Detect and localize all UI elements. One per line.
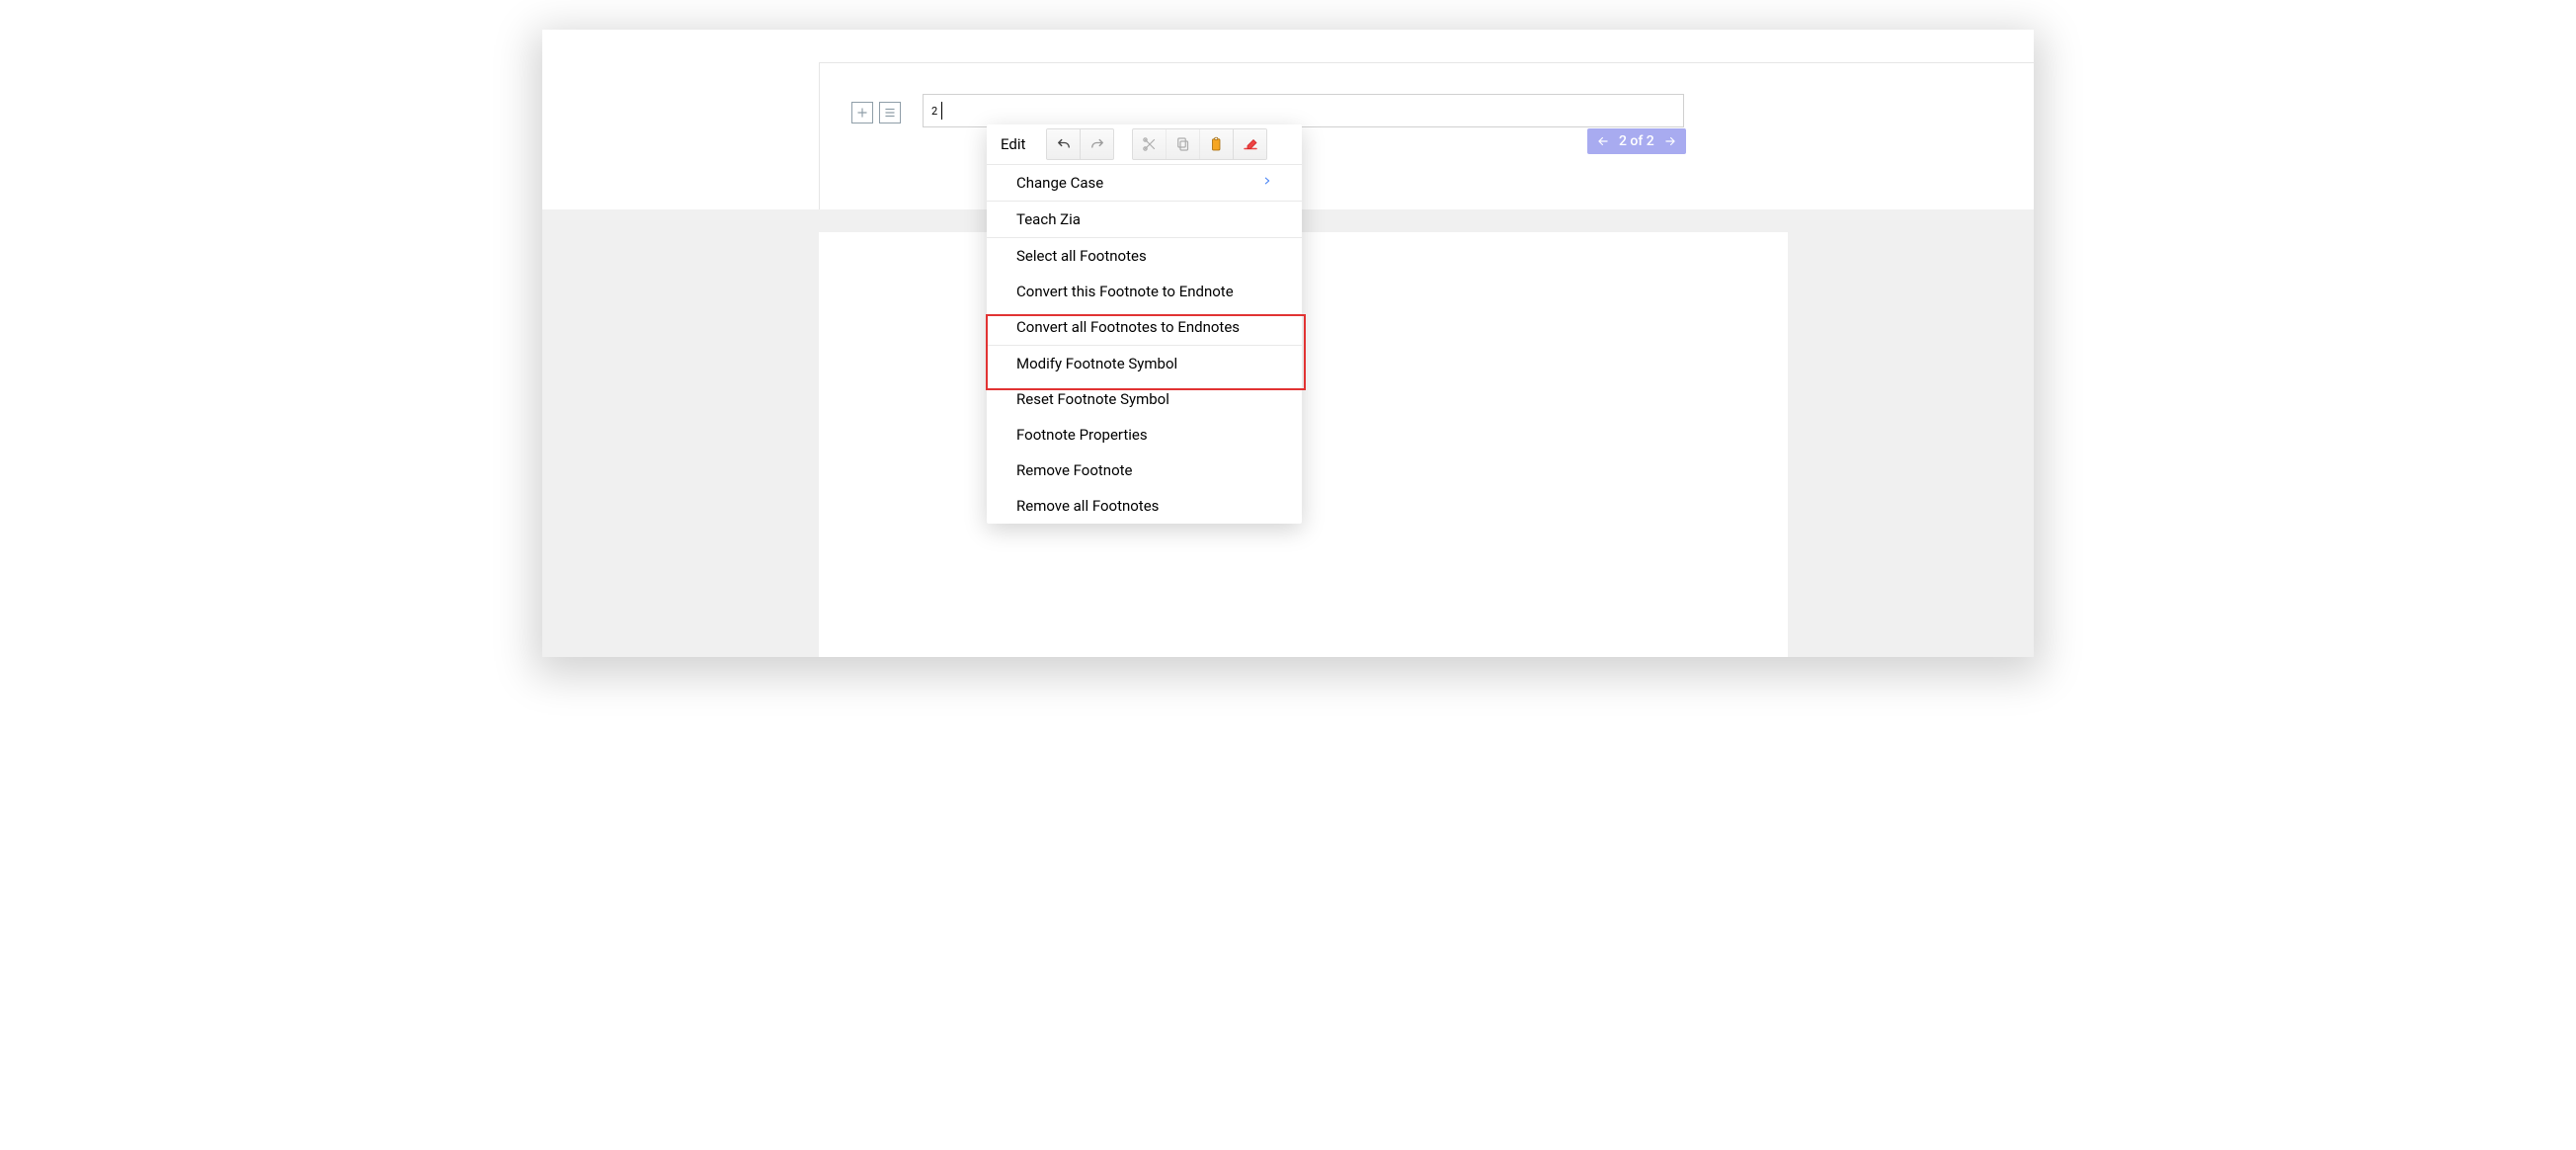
paste-button[interactable] bbox=[1200, 129, 1234, 159]
footnote-counter-text: 2 of 2 bbox=[1619, 133, 1654, 149]
menu-convert-all-label: Convert all Footnotes to Endnotes bbox=[1016, 318, 1240, 336]
menu-select-all-footnotes[interactable]: Select all Footnotes bbox=[987, 238, 1302, 274]
footnote-number: 2 bbox=[931, 105, 937, 118]
arrow-right-icon bbox=[1663, 134, 1677, 148]
paste-icon bbox=[1208, 135, 1226, 153]
prev-footnote-button[interactable] bbox=[1595, 133, 1611, 149]
menu-teach-zia-label: Teach Zia bbox=[1016, 210, 1081, 228]
cut-button[interactable] bbox=[1133, 129, 1167, 159]
next-footnote-button[interactable] bbox=[1662, 133, 1678, 149]
menu-remove-all-footnotes[interactable]: Remove all Footnotes bbox=[987, 488, 1302, 524]
text-cursor bbox=[941, 102, 942, 120]
document-editor-frame: 2 2 of 2 Edit bbox=[542, 30, 2034, 657]
menu-remove-footnote-label: Remove Footnote bbox=[1016, 461, 1133, 479]
redo-icon bbox=[1088, 135, 1106, 153]
menu-remove-footnote[interactable]: Remove Footnote bbox=[987, 452, 1302, 488]
menu-modify-symbol-label: Modify Footnote Symbol bbox=[1016, 355, 1177, 372]
footnote-input[interactable]: 2 bbox=[923, 94, 1684, 127]
arrow-left-icon bbox=[1596, 134, 1610, 148]
redo-button[interactable] bbox=[1081, 129, 1113, 159]
menu-reset-symbol[interactable]: Reset Footnote Symbol bbox=[987, 381, 1302, 417]
add-footnote-button[interactable] bbox=[851, 102, 873, 123]
undo-button[interactable] bbox=[1047, 129, 1081, 159]
cut-icon bbox=[1141, 135, 1159, 153]
menu-footnote-properties-label: Footnote Properties bbox=[1016, 426, 1148, 444]
menu-convert-this[interactable]: Convert this Footnote to Endnote bbox=[987, 274, 1302, 309]
menu-edit-label: Edit bbox=[1001, 135, 1028, 153]
copy-icon bbox=[1174, 135, 1192, 153]
eraser-icon bbox=[1242, 135, 1259, 153]
menu-footnote-properties[interactable]: Footnote Properties bbox=[987, 417, 1302, 452]
document-page[interactable] bbox=[819, 232, 1788, 657]
footnote-list-button[interactable] bbox=[879, 102, 901, 123]
footnote-counter-widget: 2 of 2 bbox=[1587, 128, 1686, 154]
menu-change-case[interactable]: Change Case bbox=[987, 165, 1302, 201]
menu-modify-symbol[interactable]: Modify Footnote Symbol bbox=[987, 346, 1302, 381]
menu-reset-symbol-label: Reset Footnote Symbol bbox=[1016, 390, 1169, 408]
list-icon bbox=[883, 106, 897, 120]
menu-convert-all[interactable]: Convert all Footnotes to Endnotes bbox=[987, 309, 1302, 345]
clear-formatting-button[interactable] bbox=[1234, 129, 1266, 159]
menu-convert-this-label: Convert this Footnote to Endnote bbox=[1016, 283, 1234, 300]
menu-teach-zia[interactable]: Teach Zia bbox=[987, 202, 1302, 237]
undo-icon bbox=[1055, 135, 1073, 153]
menu-remove-all-footnotes-label: Remove all Footnotes bbox=[1016, 497, 1159, 515]
chevron-right-icon bbox=[1262, 174, 1272, 192]
menu-change-case-label: Change Case bbox=[1016, 174, 1103, 192]
menu-select-all-footnotes-label: Select all Footnotes bbox=[1016, 247, 1147, 265]
copy-button[interactable] bbox=[1167, 129, 1200, 159]
plus-icon bbox=[855, 106, 869, 120]
context-menu: Edit bbox=[987, 124, 1302, 524]
